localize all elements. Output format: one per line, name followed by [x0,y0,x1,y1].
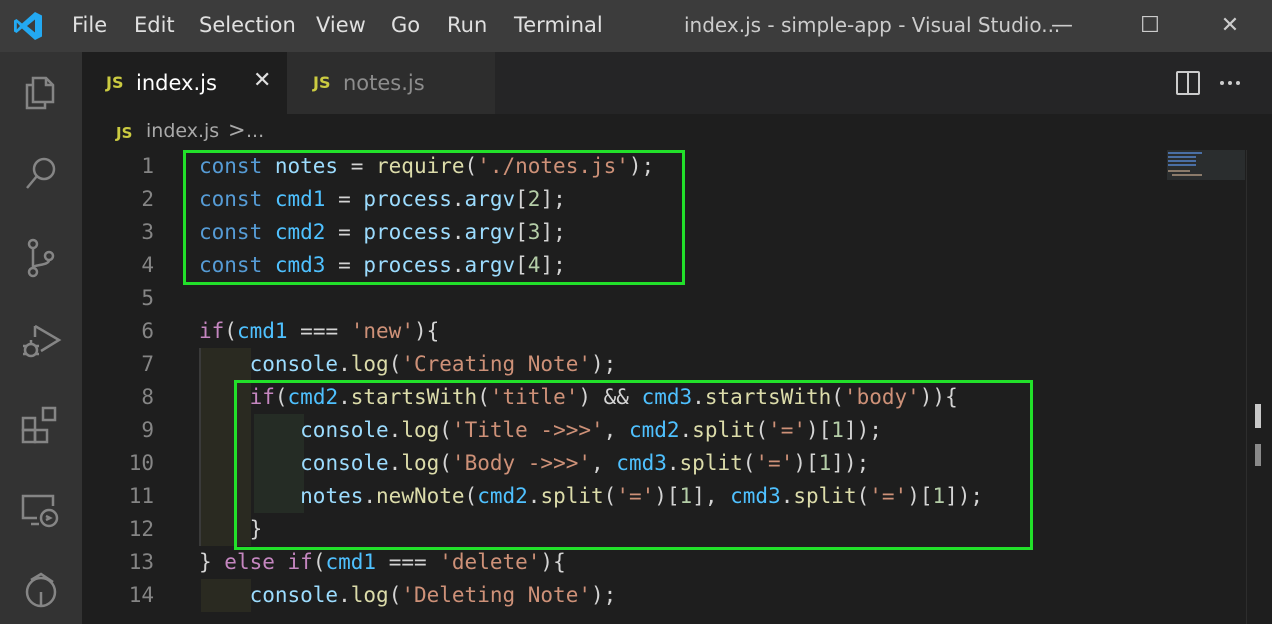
menu-run[interactable]: Run [447,13,487,37]
code-token: ){ [413,319,440,343]
code-token: else if [224,550,313,574]
line-number: 3 [141,220,154,244]
js-file-icon: JS [106,73,124,92]
code-token: if [199,319,225,343]
tab-index-js[interactable]: JS index.js ✕ [82,52,287,114]
maximize-button[interactable]: ☐ [1128,6,1172,46]
code-text: } else if(cmd1 === 'delete'){ [199,546,566,579]
code-token: . [338,583,351,607]
code-line[interactable]: 13} else if(cmd1 === 'delete'){ [82,546,1246,579]
line-number: 5 [141,286,154,310]
activity-bar [0,52,82,624]
minimap-line [1168,156,1196,158]
title-bar: File Edit Selection View Go Run Terminal… [0,0,1272,52]
code-token: cmd1 [236,319,288,343]
code-token: === [376,550,440,574]
menu-go[interactable]: Go [391,13,420,37]
vertical-scrollbar[interactable] [1246,150,1272,624]
explorer-icon[interactable] [19,70,63,114]
source-control-icon[interactable] [19,236,63,280]
tab-notes-js[interactable]: JS notes.js [287,52,495,114]
line-number: 2 [141,187,154,211]
code-line[interactable]: 7 console.log('Creating Note'); [82,348,1246,381]
code-token: ( [312,550,326,574]
close-tab-icon[interactable]: ✕ [253,68,271,93]
code-editor[interactable]: 1 const notes = require('./notes.js'); 2 co… [82,150,1246,624]
vscode-logo-icon[interactable] [12,10,44,42]
breadcrumb-more[interactable]: ... [246,120,264,142]
code-token: log [350,352,389,376]
code-token: log [350,583,389,607]
minimap-line [1172,174,1202,176]
menu-edit[interactable]: Edit [134,13,175,37]
code-token: ); [591,352,617,376]
line-number: 4 [141,253,154,277]
code-text: console.log('Deleting Note'); [199,579,617,612]
minimize-button[interactable]: — [1040,6,1084,46]
minimap-line [1168,170,1190,172]
scrollbar-marker [1255,444,1261,466]
tab-bar: JS index.js ✕ JS notes.js [82,52,1272,114]
menu-terminal[interactable]: Terminal [514,13,603,37]
code-token: cmd1 [325,550,377,574]
breadcrumb-separator-icon: > [228,118,246,142]
window-title: index.js - simple-app - Visual Studio... [684,13,1061,37]
line-number: 13 [128,550,154,574]
line-number: 11 [128,484,154,508]
minimap-line [1168,160,1196,162]
line-number: 12 [128,517,154,541]
line-number: 14 [128,583,154,607]
search-icon[interactable] [19,152,63,196]
code-token: ); [591,583,617,607]
code-text: if(cmd1 === 'new'){ [199,315,439,348]
code-token: 'new' [350,319,414,343]
tab-label: index.js [136,71,217,95]
code-line[interactable]: 5 [82,282,1246,315]
split-editor-icon[interactable] [1175,70,1201,96]
minimap-line [1168,152,1202,154]
code-token: ){ [540,550,566,574]
js-file-icon: JS [313,73,331,92]
line-number: 6 [141,319,154,343]
scrollbar-thumb[interactable] [1255,404,1261,428]
remote-explorer-icon[interactable] [19,488,63,532]
highlight-box-if-block [234,380,1033,550]
code-token: console [249,583,339,607]
code-line[interactable]: 14 console.log('Deleting Note'); [82,579,1246,612]
line-number: 9 [141,418,154,442]
js-file-icon: JS [116,124,133,142]
extensions-icon[interactable] [19,404,63,448]
code-token: ( [388,583,402,607]
close-window-button[interactable]: ✕ [1208,6,1252,46]
breadcrumb: JS index.js > ... [82,114,1272,150]
line-number: 10 [128,451,154,475]
code-token: === [287,319,351,343]
line-number: 7 [141,352,154,376]
code-text: console.log('Creating Note'); [199,348,617,381]
minimap[interactable] [1164,150,1246,624]
menu-selection[interactable]: Selection [199,13,296,37]
highlight-box-declarations [183,150,685,285]
code-token: . [338,352,351,376]
breadcrumb-file[interactable]: index.js [146,120,219,142]
code-token: ( [224,319,237,343]
menu-file[interactable]: File [72,13,107,37]
run-debug-icon[interactable] [19,320,63,364]
accounts-icon[interactable] [19,570,63,614]
menu-view[interactable]: View [316,13,366,37]
minimap-line [1168,164,1196,166]
code-token: 'Deleting Note' [401,583,591,607]
tab-label: notes.js [343,71,425,95]
code-token: 'delete' [439,550,541,574]
more-actions-icon[interactable] [1217,70,1243,96]
code-token: ( [388,352,402,376]
code-token: } [199,550,225,574]
code-token: console [249,352,339,376]
code-token: 'Creating Note' [401,352,591,376]
line-number: 1 [141,154,154,178]
line-number: 8 [141,385,154,409]
code-line[interactable]: 6 if(cmd1 === 'new'){ [82,315,1246,348]
